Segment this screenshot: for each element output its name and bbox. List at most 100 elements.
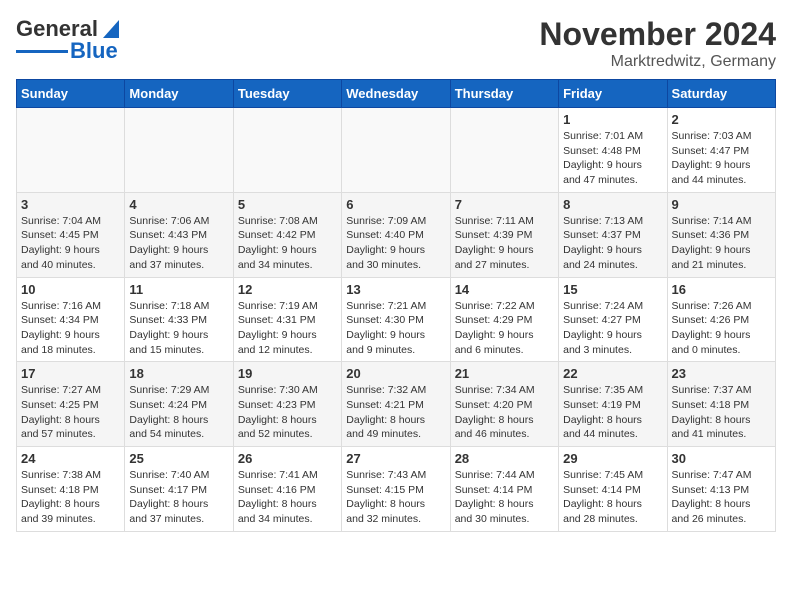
day-number: 25 [129, 451, 228, 466]
calendar-cell: 27 Sunrise: 7:43 AM Sunset: 4:15 PM Dayli… [342, 447, 450, 532]
day-number: 4 [129, 197, 228, 212]
calendar-cell: 14 Sunrise: 7:22 AM Sunset: 4:29 PM Dayli… [450, 277, 558, 362]
calendar-cell: 24 Sunrise: 7:38 AM Sunset: 4:18 PM Dayli… [17, 447, 125, 532]
day-number: 11 [129, 282, 228, 297]
calendar-cell: 18Sunrise: 7:29 AM Sunset: 4:24 PM Dayli… [125, 362, 233, 447]
day-number: 29 [563, 451, 662, 466]
calendar-cell: 25 Sunrise: 7:40 AM Sunset: 4:17 PM Dayli… [125, 447, 233, 532]
day-info: Sunrise: 7:19 AM Sunset: 4:31 PM Dayligh… [238, 299, 337, 358]
calendar-cell: 11 Sunrise: 7:18 AM Sunset: 4:33 PM Dayli… [125, 277, 233, 362]
calendar-cell: 10 Sunrise: 7:16 AM Sunset: 4:34 PM Dayli… [17, 277, 125, 362]
calendar-cell: 8 Sunrise: 7:13 AM Sunset: 4:37 PM Daylig… [559, 192, 667, 277]
calendar-cell: 5 Sunrise: 7:08 AM Sunset: 4:42 PM Daylig… [233, 192, 341, 277]
weekday-header: Saturday [667, 80, 775, 108]
day-info: Sunrise: 7:24 AM Sunset: 4:27 PM Dayligh… [563, 299, 662, 358]
day-info: Sunrise: 7:44 AM Sunset: 4:14 PM Dayligh… [455, 468, 554, 527]
day-number: 20 [346, 366, 445, 381]
day-info: Sunrise: 7:47 AM Sunset: 4:13 PM Dayligh… [672, 468, 771, 527]
calendar-cell: 7 Sunrise: 7:11 AM Sunset: 4:39 PM Daylig… [450, 192, 558, 277]
weekday-header: Thursday [450, 80, 558, 108]
day-info: Sunrise: 7:37 AM Sunset: 4:18 PM Dayligh… [672, 383, 771, 442]
day-info: Sunrise: 7:26 AM Sunset: 4:26 PM Dayligh… [672, 299, 771, 358]
day-number: 2 [672, 112, 771, 127]
calendar-cell: 3 Sunrise: 7:04 AM Sunset: 4:45 PM Daylig… [17, 192, 125, 277]
calendar-cell: 13Sunrise: 7:21 AM Sunset: 4:30 PM Dayli… [342, 277, 450, 362]
weekday-header: Friday [559, 80, 667, 108]
day-info: Sunrise: 7:40 AM Sunset: 4:17 PM Dayligh… [129, 468, 228, 527]
logo-underline [16, 50, 68, 53]
day-number: 14 [455, 282, 554, 297]
day-info: Sunrise: 7:11 AM Sunset: 4:39 PM Dayligh… [455, 214, 554, 273]
weekday-header: Tuesday [233, 80, 341, 108]
day-info: Sunrise: 7:16 AM Sunset: 4:34 PM Dayligh… [21, 299, 120, 358]
day-number: 9 [672, 197, 771, 212]
day-info: Sunrise: 7:04 AM Sunset: 4:45 PM Dayligh… [21, 214, 120, 273]
calendar-cell: 22 Sunrise: 7:35 AM Sunset: 4:19 PM Dayli… [559, 362, 667, 447]
day-number: 30 [672, 451, 771, 466]
logo: General Blue [16, 16, 119, 64]
calendar-cell [125, 108, 233, 193]
calendar-cell: 19Sunrise: 7:30 AM Sunset: 4:23 PM Dayli… [233, 362, 341, 447]
calendar-cell [450, 108, 558, 193]
day-info: Sunrise: 7:35 AM Sunset: 4:19 PM Dayligh… [563, 383, 662, 442]
title-block: November 2024 Marktredwitz, Germany [539, 16, 776, 71]
day-info: Sunrise: 7:08 AM Sunset: 4:42 PM Dayligh… [238, 214, 337, 273]
day-number: 5 [238, 197, 337, 212]
calendar-header-row: SundayMondayTuesdayWednesdayThursdayFrid… [17, 80, 776, 108]
weekday-header: Sunday [17, 80, 125, 108]
day-info: Sunrise: 7:13 AM Sunset: 4:37 PM Dayligh… [563, 214, 662, 273]
day-info: Sunrise: 7:45 AM Sunset: 4:14 PM Dayligh… [563, 468, 662, 527]
day-number: 24 [21, 451, 120, 466]
calendar-cell: 12 Sunrise: 7:19 AM Sunset: 4:31 PM Dayli… [233, 277, 341, 362]
page-header: General Blue November 2024 Marktredwitz,… [16, 16, 776, 71]
day-number: 12 [238, 282, 337, 297]
weekday-header: Wednesday [342, 80, 450, 108]
day-info: Sunrise: 7:14 AM Sunset: 4:36 PM Dayligh… [672, 214, 771, 273]
day-info: Sunrise: 7:06 AM Sunset: 4:43 PM Dayligh… [129, 214, 228, 273]
calendar-cell: 21 Sunrise: 7:34 AM Sunset: 4:20 PM Dayli… [450, 362, 558, 447]
day-number: 26 [238, 451, 337, 466]
day-info: Sunrise: 7:03 AM Sunset: 4:47 PM Dayligh… [672, 129, 771, 188]
weekday-header: Monday [125, 80, 233, 108]
day-number: 22 [563, 366, 662, 381]
day-number: 21 [455, 366, 554, 381]
calendar-cell: 17 Sunrise: 7:27 AM Sunset: 4:25 PM Dayli… [17, 362, 125, 447]
day-info: Sunrise: 7:21 AM Sunset: 4:30 PM Dayligh… [346, 299, 445, 358]
calendar-cell: 28Sunrise: 7:44 AM Sunset: 4:14 PM Dayli… [450, 447, 558, 532]
day-info: Sunrise: 7:29 AM Sunset: 4:24 PM Dayligh… [129, 383, 228, 442]
day-number: 23 [672, 366, 771, 381]
calendar-cell: 20Sunrise: 7:32 AM Sunset: 4:21 PM Dayli… [342, 362, 450, 447]
day-number: 3 [21, 197, 120, 212]
day-number: 1 [563, 112, 662, 127]
day-info: Sunrise: 7:34 AM Sunset: 4:20 PM Dayligh… [455, 383, 554, 442]
day-number: 27 [346, 451, 445, 466]
calendar-cell: 29 Sunrise: 7:45 AM Sunset: 4:14 PM Dayli… [559, 447, 667, 532]
calendar-cell: 2 Sunrise: 7:03 AM Sunset: 4:47 PM Daylig… [667, 108, 775, 193]
day-number: 6 [346, 197, 445, 212]
calendar-cell [17, 108, 125, 193]
location: Marktredwitz, Germany [539, 53, 776, 71]
calendar-cell: 1Sunrise: 7:01 AM Sunset: 4:48 PM Daylig… [559, 108, 667, 193]
calendar-cell: 9 Sunrise: 7:14 AM Sunset: 4:36 PM Daylig… [667, 192, 775, 277]
day-number: 16 [672, 282, 771, 297]
day-number: 7 [455, 197, 554, 212]
day-number: 10 [21, 282, 120, 297]
calendar-cell: 6 Sunrise: 7:09 AM Sunset: 4:40 PM Daylig… [342, 192, 450, 277]
day-number: 19 [238, 366, 337, 381]
day-info: Sunrise: 7:18 AM Sunset: 4:33 PM Dayligh… [129, 299, 228, 358]
logo-icon [99, 16, 119, 38]
day-number: 8 [563, 197, 662, 212]
day-info: Sunrise: 7:22 AM Sunset: 4:29 PM Dayligh… [455, 299, 554, 358]
day-number: 17 [21, 366, 120, 381]
day-info: Sunrise: 7:09 AM Sunset: 4:40 PM Dayligh… [346, 214, 445, 273]
calendar-cell: 15Sunrise: 7:24 AM Sunset: 4:27 PM Dayli… [559, 277, 667, 362]
day-info: Sunrise: 7:41 AM Sunset: 4:16 PM Dayligh… [238, 468, 337, 527]
month-title: November 2024 [539, 16, 776, 53]
calendar-cell: 16 Sunrise: 7:26 AM Sunset: 4:26 PM Dayli… [667, 277, 775, 362]
calendar-cell: 30 Sunrise: 7:47 AM Sunset: 4:13 PM Dayli… [667, 447, 775, 532]
day-info: Sunrise: 7:43 AM Sunset: 4:15 PM Dayligh… [346, 468, 445, 527]
calendar-cell: 26 Sunrise: 7:41 AM Sunset: 4:16 PM Dayli… [233, 447, 341, 532]
day-info: Sunrise: 7:27 AM Sunset: 4:25 PM Dayligh… [21, 383, 120, 442]
day-info: Sunrise: 7:38 AM Sunset: 4:18 PM Dayligh… [21, 468, 120, 527]
calendar-cell: 4 Sunrise: 7:06 AM Sunset: 4:43 PM Daylig… [125, 192, 233, 277]
